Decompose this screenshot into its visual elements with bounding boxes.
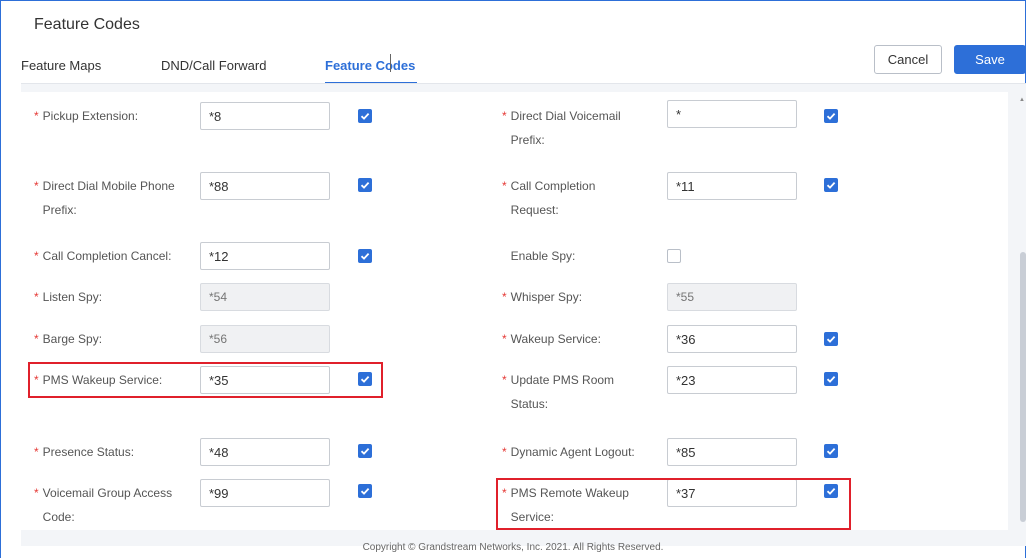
wakeup-service-checkbox[interactable] — [824, 332, 838, 346]
pms-remote-wakeup-service-input[interactable] — [667, 479, 797, 507]
check-icon — [826, 112, 836, 120]
label-call-completion-cancel: * Call Completion Cancel: — [34, 249, 172, 263]
label-enable-spy: *Enable Spy: — [510, 249, 576, 263]
label-update-pms-room-status: *Update PMS Room*Status: — [502, 373, 615, 411]
feature-codes-panel — [21, 92, 1008, 530]
direct-dial-voicemail-prefix-checkbox[interactable] — [824, 109, 838, 123]
label-direct-dial-voicemail-prefix: *Direct Dial Voicemail*Prefix: — [502, 109, 621, 147]
voicemail-group-access-code-checkbox[interactable] — [358, 484, 372, 498]
text-cursor — [390, 54, 391, 72]
direct-dial-mobile-phone-prefix-checkbox[interactable] — [358, 178, 372, 192]
label-dynamic-agent-logout: * Dynamic Agent Logout: — [502, 445, 635, 459]
scrollbar-thumb[interactable] — [1020, 252, 1026, 522]
pms-remote-wakeup-service-checkbox[interactable] — [824, 484, 838, 498]
pms-wakeup-service-input[interactable] — [200, 366, 330, 394]
cancel-button[interactable]: Cancel — [874, 45, 942, 74]
check-icon — [360, 252, 370, 260]
pickup-extension-input[interactable] — [200, 102, 330, 130]
direct-dial-voicemail-prefix-input[interactable] — [667, 100, 797, 128]
check-icon — [826, 335, 836, 343]
wakeup-service-input[interactable] — [667, 325, 797, 353]
save-button[interactable]: Save — [954, 45, 1026, 74]
call-completion-cancel-checkbox[interactable] — [358, 249, 372, 263]
call-completion-request-checkbox[interactable] — [824, 178, 838, 192]
scroll-up-icon[interactable]: ▲ — [1018, 96, 1026, 104]
whisper-spy-input — [667, 283, 797, 311]
presence-status-input[interactable] — [200, 438, 330, 466]
check-icon — [826, 487, 836, 495]
label-call-completion-request: *Call Completion*Request: — [502, 179, 596, 217]
check-icon — [826, 447, 836, 455]
label-wakeup-service: * Wakeup Service: — [502, 332, 601, 346]
tab-dnd-call-forward[interactable]: DND/Call Forward — [161, 58, 266, 73]
copyright-footer: Copyright © Grandstream Networks, Inc. 2… — [362, 542, 664, 553]
tab-feature-maps[interactable]: Feature Maps — [21, 58, 101, 73]
check-icon — [826, 181, 836, 189]
direct-dial-mobile-phone-prefix-input[interactable] — [200, 172, 330, 200]
voicemail-group-access-code-input[interactable] — [200, 479, 330, 507]
call-completion-cancel-input[interactable] — [200, 242, 330, 270]
page-title: Feature Codes — [34, 16, 140, 33]
update-pms-room-status-checkbox[interactable] — [824, 372, 838, 386]
label-voicemail-group-access-code: *Voicemail Group Access*Code: — [34, 486, 173, 524]
label-whisper-spy: * Whisper Spy: — [502, 290, 583, 304]
pms-wakeup-service-checkbox[interactable] — [358, 372, 372, 386]
dynamic-agent-logout-checkbox[interactable] — [824, 444, 838, 458]
pickup-extension-checkbox[interactable] — [358, 109, 372, 123]
tab-feature-codes[interactable]: Feature Codes — [325, 58, 415, 73]
barge-spy-input — [200, 325, 330, 353]
label-pickup-extension: * Pickup Extension: — [34, 109, 139, 123]
presence-status-checkbox[interactable] — [358, 444, 372, 458]
check-icon — [826, 375, 836, 383]
check-icon — [360, 181, 370, 189]
update-pms-room-status-input[interactable] — [667, 366, 797, 394]
label-pms-remote-wakeup-service: *PMS Remote Wakeup*Service: — [502, 486, 629, 524]
check-icon — [360, 375, 370, 383]
label-direct-dial-mobile-phone-prefix: *Direct Dial Mobile Phone*Prefix: — [34, 179, 175, 217]
check-icon — [360, 112, 370, 120]
label-presence-status: * Presence Status: — [34, 445, 135, 459]
call-completion-request-input[interactable] — [667, 172, 797, 200]
label-barge-spy: * Barge Spy: — [34, 332, 103, 346]
label-pms-wakeup-service: * PMS Wakeup Service: — [34, 373, 163, 387]
check-icon — [360, 447, 370, 455]
enable-spy-checkbox[interactable] — [667, 249, 681, 263]
label-listen-spy: * Listen Spy: — [34, 290, 103, 304]
dynamic-agent-logout-input[interactable] — [667, 438, 797, 466]
check-icon — [360, 487, 370, 495]
listen-spy-input — [200, 283, 330, 311]
